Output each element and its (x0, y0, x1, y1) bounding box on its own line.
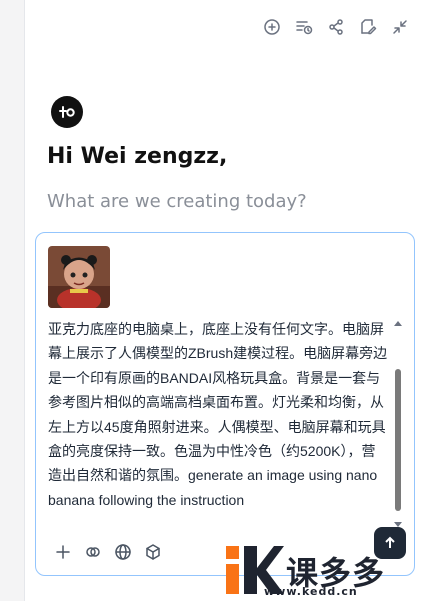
prompt-composer[interactable]: 亚克力底座的电脑桌上，底座上没有任何文字。电脑屏幕上展示了人偶模型的ZBrush… (35, 232, 415, 576)
collapse-icon[interactable] (391, 18, 409, 36)
composer-tools (54, 543, 162, 561)
cube-icon[interactable] (144, 543, 162, 561)
share-icon[interactable] (327, 18, 345, 36)
logo-icon (59, 106, 75, 118)
greeting-title: Hi Wei zengzz, (47, 144, 228, 169)
greeting-subtitle: What are we creating today? (47, 191, 307, 212)
scroll-up-icon[interactable] (394, 321, 402, 326)
link-icon[interactable] (84, 543, 102, 561)
watermark: 课多多 www.kedd.cn (224, 540, 422, 601)
edit-icon[interactable] (359, 18, 377, 36)
prompt-text[interactable]: 亚克力底座的电脑桌上，底座上没有任何文字。电脑屏幕上展示了人偶模型的ZBrush… (48, 317, 388, 533)
scroll-thumb[interactable] (395, 369, 401, 511)
prompt-scrollbar[interactable] (394, 321, 402, 527)
add-icon[interactable] (54, 543, 72, 561)
new-chat-icon[interactable] (263, 18, 281, 36)
globe-icon[interactable] (114, 543, 132, 561)
watermark-url: www.kedd.cn (264, 585, 358, 598)
reference-image-thumbnail[interactable] (48, 246, 110, 308)
history-icon[interactable] (295, 18, 313, 36)
top-toolbar (263, 18, 409, 36)
assistant-logo (51, 96, 83, 128)
chat-panel: Hi Wei zengzz, What are we creating toda… (24, 0, 422, 601)
